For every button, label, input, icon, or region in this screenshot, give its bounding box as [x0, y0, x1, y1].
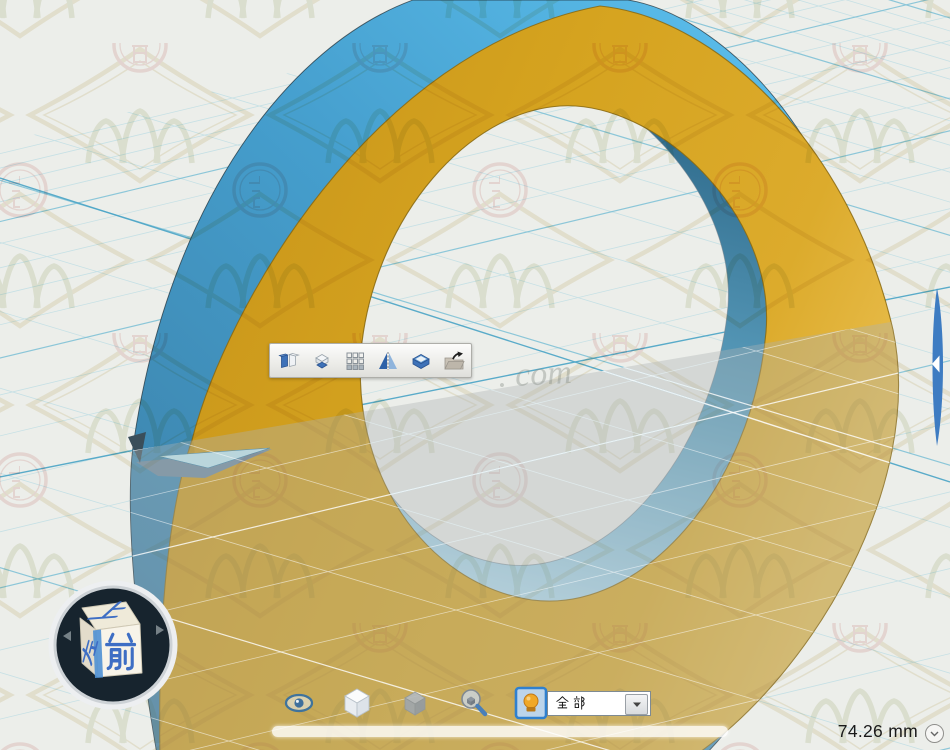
material-box-icon[interactable] — [398, 686, 432, 720]
floating-toolbar — [269, 343, 472, 378]
wireframe-cube-icon[interactable] — [340, 686, 374, 720]
bottom-hint-bar[interactable] — [272, 726, 728, 737]
pattern-icon[interactable] — [343, 348, 367, 374]
dropdown-value-glyphs — [548, 693, 596, 714]
combine-icon[interactable] — [277, 348, 301, 374]
selection-filter-dropdown[interactable] — [547, 691, 651, 716]
dropdown-arrow-button[interactable] — [625, 694, 648, 715]
panel-handle[interactable] — [924, 284, 950, 454]
measurement-readout: 74.26 mm — [758, 721, 918, 743]
snap-icon[interactable] — [310, 348, 334, 374]
measurement-dropdown-button[interactable] — [925, 724, 944, 743]
selection-filter-icon[interactable] — [514, 686, 548, 720]
extract-icon[interactable] — [409, 348, 433, 374]
export-icon[interactable] — [442, 348, 466, 374]
view-cube[interactable] — [47, 580, 181, 714]
mirror-icon[interactable] — [376, 348, 400, 374]
zoom-selection-icon[interactable] — [456, 686, 490, 720]
visibility-eye-icon[interactable] — [282, 686, 316, 720]
